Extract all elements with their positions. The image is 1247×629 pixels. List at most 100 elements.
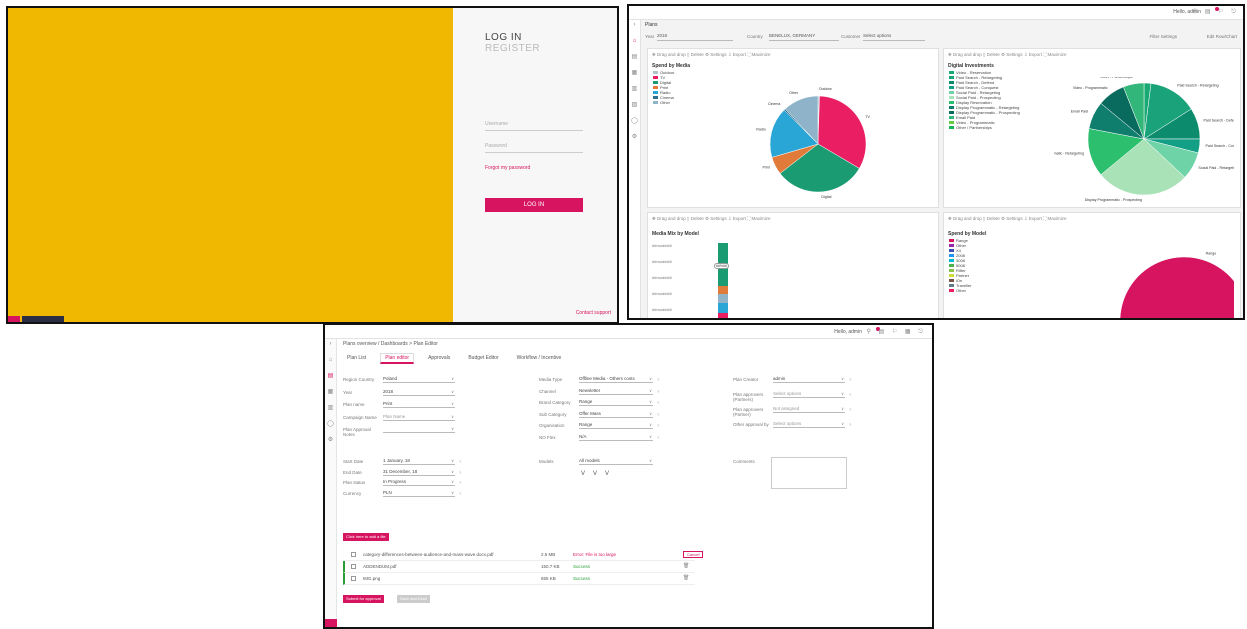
help-icon[interactable]: ? [849,422,851,427]
model-icons[interactable]: VVV [581,471,617,477]
form-field[interactable]: admin ∨ [773,376,845,383]
chat-icon[interactable]: ◯ [327,421,334,428]
file-checkbox[interactable] [351,576,356,581]
breadcrumb[interactable]: Plans [645,22,658,28]
comments-textarea[interactable] [771,457,847,489]
tab-budget-editor[interactable]: Budget Editor [464,354,502,362]
trash-icon[interactable]: 🗑 [683,563,689,569]
login-button[interactable]: LOG IN [485,198,583,212]
help-icon[interactable]: ? [657,412,659,417]
budget-icon[interactable]: ▥ [327,405,334,412]
bar-segment[interactable] [718,303,728,314]
cancel-upload-button[interactable]: Cancel [683,551,704,558]
trash-icon[interactable]: 🗑 [683,575,689,581]
customer-filter[interactable]: Select options [863,33,925,41]
form-field[interactable]: Plan Name ∨ [383,414,455,421]
bar-segment[interactable] [718,313,728,318]
form-field[interactable]: ∨ [383,426,455,433]
tab-plan-list[interactable]: Plan List [343,354,370,362]
tab-plan-editor[interactable]: Plan editor [380,353,415,364]
models-select[interactable]: All models ∨ [579,458,653,465]
budget-icon[interactable]: ▥ [631,86,638,93]
chat-icon[interactable]: ◯ [631,118,638,125]
form-field[interactable]: 2018 ∨ [383,389,455,396]
panel-toolbar[interactable]: ✥ Drag and drop ▯ Delete ⚙ Settings ⇩ Ex… [652,216,771,222]
edit-row-chart-button[interactable]: Edit Row/Chart [1207,34,1237,39]
legend-item[interactable]: Other [949,288,971,293]
file-checkbox[interactable] [351,564,356,569]
reports-icon[interactable]: ▦ [631,70,638,77]
country-filter[interactable]: BENELUX, GERMANY [769,33,839,41]
help-icon[interactable]: ? [459,459,461,464]
submit-approval-button[interactable]: Submit for approval [343,595,384,603]
form-field[interactable]: Poland ∨ [383,376,455,383]
model-icon[interactable]: V [605,471,617,477]
year-filter[interactable]: 2018 [657,33,733,41]
pie-slice[interactable] [1119,256,1234,320]
form-field[interactable]: 31 December, 18 ∨ [383,469,455,476]
breadcrumb[interactable]: Plans overview / Dashboards > Plan Edito… [343,341,438,347]
form-field[interactable]: Range ∨ [579,422,653,429]
legend-item[interactable]: Other / Partnerships [949,125,1020,130]
help-icon[interactable]: ? [849,392,851,397]
menu-toggle-icon[interactable]: › [631,22,638,29]
form-field[interactable]: Not assigned ∨ [773,406,845,413]
add-file-button[interactable]: Click here to add a file [343,533,389,541]
help-icon[interactable]: ? [849,407,851,412]
tab-login[interactable]: LOG IN [485,32,522,43]
help-icon[interactable]: ? [459,470,461,475]
user-greeting[interactable]: Hello, admin [834,329,862,335]
help-icon[interactable]: ? [459,491,461,496]
form-field[interactable]: Print ∨ [383,401,455,408]
form-field[interactable]: Range ∨ [579,399,653,406]
forgot-password-link[interactable]: Forgot my password [485,165,530,171]
home-icon[interactable]: ⌂ [327,357,334,364]
panel-title: Spend by Media [652,63,691,69]
contact-support-link[interactable]: Contact support [576,310,611,316]
field-label: Plan status [343,480,366,485]
top-bar-icons[interactable]: ⚲ ▤ ⚐ ▦ ⎋ [866,328,926,336]
help-icon[interactable]: ? [657,389,659,394]
plans-icon[interactable]: ▤ [327,373,334,380]
top-bar-icons[interactable]: ⚲ ▤ ⚐ ⎋ [1193,8,1239,16]
form-field[interactable]: N/A ∨ [579,434,653,441]
help-icon[interactable]: ? [657,400,659,405]
model-icon[interactable]: V [581,471,593,477]
form-field[interactable]: In Progress ∨ [383,479,455,486]
username-field[interactable]: Username [485,121,583,131]
reports-icon[interactable]: ▦ [327,389,334,396]
form-field[interactable]: Newsletter ∨ [579,388,653,395]
form-field[interactable]: Select options ∨ [773,421,845,428]
help-icon[interactable]: ? [849,377,851,382]
settings-icon[interactable]: ⚙ [327,437,334,444]
password-field[interactable]: Password [485,143,583,153]
bar-segment[interactable] [718,293,728,304]
panel-toolbar[interactable]: ✥ Drag and drop ▯ Delete ⚙ Settings ⇩ Ex… [948,52,1067,58]
settings-icon[interactable]: ⚙ [631,134,638,141]
tab-approvals[interactable]: Approvals [424,354,454,362]
home-icon[interactable]: ⌂ [631,38,638,45]
help-icon[interactable]: ? [459,480,461,485]
docs-icon[interactable]: ▨ [631,102,638,109]
bar-segment[interactable] [718,285,728,294]
filter-settings-button[interactable]: Filter Settings [1149,34,1177,39]
panel-toolbar[interactable]: ✥ Drag and drop ▯ Delete ⚙ Settings ⇩ Ex… [948,216,1067,222]
tab-register[interactable]: REGISTER [485,43,540,54]
form-field[interactable]: Offer Mass ∨ [579,411,653,418]
form-field[interactable]: 1 January, 18 ∨ [383,458,455,465]
file-status: Success [573,576,591,581]
form-field[interactable]: Offline Media - Others costs ∨ [579,376,653,383]
form-field[interactable]: Select options ∨ [773,391,845,398]
menu-toggle-icon[interactable]: › [327,341,334,348]
tab-workflow-incentive[interactable]: Workflow / Incentive [513,354,566,362]
help-icon[interactable]: ? [657,377,659,382]
legend-item[interactable]: Other [653,100,674,105]
form-field[interactable]: PLN ∨ [383,490,455,497]
plans-icon[interactable]: ▤ [631,54,638,61]
file-checkbox[interactable] [351,552,356,557]
save-draft-button[interactable]: Save and Draft [397,595,430,603]
help-icon[interactable]: ? [657,423,659,428]
model-icon[interactable]: V [593,471,605,477]
help-icon[interactable]: ? [657,435,659,440]
panel-toolbar[interactable]: ✥ Drag and drop ▯ Delete ⚙ Settings ⇩ Ex… [652,52,771,58]
